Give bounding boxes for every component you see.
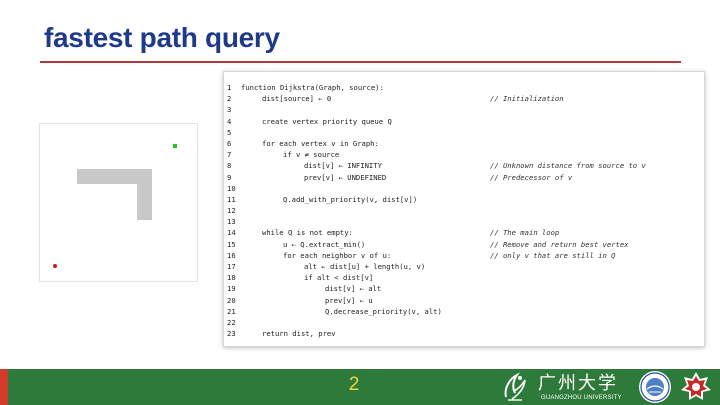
line-number: 8: [227, 161, 232, 171]
line-number: 13: [227, 217, 236, 227]
code-text: Q.decrease_priority(v, alt): [325, 306, 442, 316]
line-number: 4: [227, 116, 232, 126]
grid-figure: [39, 123, 198, 282]
line-number: 19: [227, 284, 236, 294]
code-line: 23 return dist, prev: [224, 328, 704, 339]
line-number: 5: [227, 127, 232, 137]
code-text: return dist, prev: [262, 329, 336, 339]
line-number: 15: [227, 239, 236, 249]
code-text: create vertex priority queue Q: [262, 116, 392, 126]
code-text: Q.add_with_priority(v, dist[v]): [283, 194, 418, 204]
code-text: dist[v] ← INFINITY: [304, 161, 382, 171]
code-line: 18 if alt < dist[v]: [224, 272, 704, 283]
code-line: 20 prev[v] ← u: [224, 295, 704, 306]
code-line: 10: [224, 183, 704, 194]
code-line: 4 create vertex priority queue Q: [224, 116, 704, 127]
code-text: u ← Q.extract_min(): [283, 239, 366, 249]
line-number: 16: [227, 250, 236, 260]
code-text: dist[v] ← alt: [325, 284, 382, 294]
code-line: 7 if v ≠ source: [224, 149, 704, 160]
code-text: function Dijkstra(Graph, source):: [241, 83, 384, 92]
code-line: 3: [224, 104, 704, 115]
code-panel: 1 function Dijkstra(Graph, source): 2 dist[…: [223, 71, 705, 347]
code-line: 12: [224, 205, 704, 216]
code-line: 5: [224, 127, 704, 138]
code-text: prev[v] ← u: [325, 295, 373, 305]
line-number: 17: [227, 262, 236, 271]
line-number: 11: [227, 194, 236, 204]
university-name-cn: 广州大学: [538, 373, 618, 394]
code-text: while Q is not empty:: [262, 228, 353, 238]
code-line: 22: [224, 317, 704, 328]
goal-marker: [173, 144, 177, 148]
code-line: 16 for each neighbor v of u: // only v tha…: [224, 250, 704, 261]
grid-wall-vertical: [137, 169, 152, 220]
university-emblem-icon: [504, 372, 526, 401]
code-text: alt ← dist[u] + length(u, v): [304, 262, 426, 271]
code-comment: // The main loop: [490, 228, 560, 238]
code-comment: // Predecessor of v: [490, 172, 573, 182]
code-line: 19 dist[v] ← alt: [224, 283, 704, 294]
line-number: 9: [227, 172, 232, 182]
code-text: for each neighbor v of u:: [283, 250, 392, 260]
code-text: if alt < dist[v]: [304, 273, 374, 283]
code-line: 2 dist[source] ← 0 // Initialization: [224, 93, 704, 104]
line-number: 7: [227, 150, 232, 160]
code-line: 15 u ← Q.extract_min() // Remove and retur…: [224, 239, 704, 250]
code-line: 1 function Dijkstra(Graph, source):: [224, 82, 704, 93]
code-comment: // Initialization: [490, 94, 564, 104]
university-seal-icon: [639, 371, 671, 403]
footer-bar: 2 广州大学 GUANGZHOU UNIVERSITY: [0, 369, 720, 405]
code-text: if v ≠ source: [283, 150, 340, 160]
code-line: 17 alt ← dist[u] + length(u, v): [224, 261, 704, 272]
line-number: 6: [227, 138, 232, 148]
line-number: 1: [227, 83, 232, 92]
footer-accent: [0, 369, 8, 405]
code-line: 6 for each vertex v in Graph:: [224, 138, 704, 149]
line-number: 3: [227, 105, 232, 115]
code-text: for each vertex v in Graph:: [262, 138, 379, 148]
code-comment: // only v that are still in Q: [490, 250, 616, 260]
title-underline: [40, 61, 681, 63]
code-comment: // Unknown distance from source to v: [490, 161, 646, 171]
slide-title: fastest path query: [44, 22, 280, 53]
code-line: 11 Q.add_with_priority(v, dist[v]): [224, 194, 704, 205]
code-line: 8 dist[v] ← INFINITY // Unknown distance f…: [224, 160, 704, 171]
start-marker: [53, 264, 57, 268]
line-number: 14: [227, 228, 236, 238]
line-number: 22: [227, 317, 236, 327]
code-comment: // Remove and return best vertex: [490, 239, 629, 249]
code-line: 21 Q.decrease_priority(v, alt): [224, 306, 704, 317]
line-number: 23: [227, 329, 236, 339]
code-line: 13: [224, 216, 704, 227]
line-number: 2: [227, 94, 232, 104]
university-name-en: GUANGZHOU UNIVERSITY: [541, 395, 622, 401]
page-number: 2: [348, 374, 360, 395]
line-number: 21: [227, 306, 236, 316]
badge-icon: [681, 372, 711, 400]
line-number: 20: [227, 295, 236, 305]
code-text: dist[source] ← 0: [262, 94, 332, 104]
code-line: 9 prev[v] ← UNDEFINED // Predecessor of v: [224, 172, 704, 183]
code-text: prev[v] ← UNDEFINED: [304, 172, 387, 182]
code-line: 14 while Q is not empty: // The main loop: [224, 227, 704, 238]
line-number: 10: [227, 183, 236, 193]
line-number: 12: [227, 206, 236, 216]
line-number: 18: [227, 273, 236, 283]
